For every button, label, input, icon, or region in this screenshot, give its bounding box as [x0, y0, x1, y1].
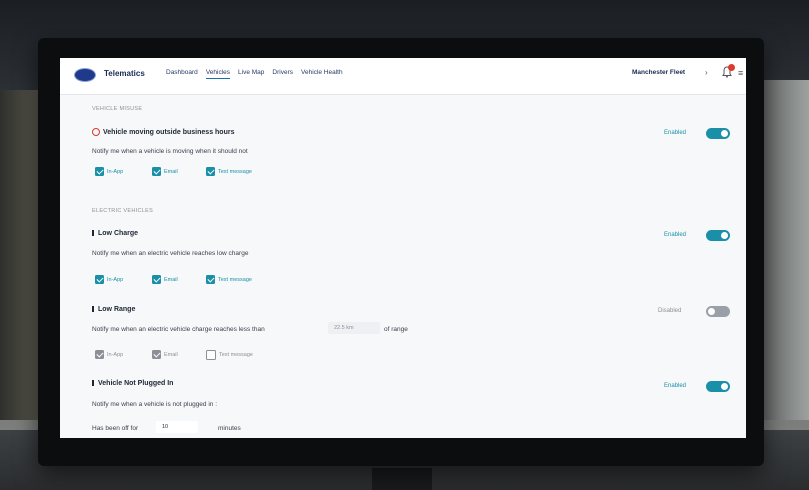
alert-title-outside-hours: Vehicle moving outside business hours [92, 128, 234, 136]
section-vehicle-misuse: VEHICLE MISUSE [92, 106, 143, 112]
ev-icon [92, 380, 94, 387]
alert-desc-low-charge: Notify me when an electric vehicle reach… [92, 250, 249, 257]
nav-vehicles[interactable]: Vehicles [205, 69, 231, 79]
checkbox-low-range-in-app[interactable]: In-App [95, 350, 123, 359]
ev-icon [92, 306, 94, 313]
off-duration-unit: minutes [218, 425, 241, 432]
checkbox-outside-hours-email[interactable]: Email [152, 167, 178, 176]
toggle-outside-hours[interactable] [706, 128, 730, 139]
alert-title-low-range: Low Range [92, 306, 135, 313]
main-nav: Dashboard Vehicles Live Map Drivers Vehi… [166, 69, 343, 79]
hamburger-menu-icon[interactable]: ≡ [738, 68, 743, 78]
checkbox-low-range-text[interactable]: Text message [206, 350, 253, 360]
checkbox-outside-hours-in-app[interactable]: In-App [95, 167, 123, 176]
off-duration-input[interactable]: 10 [156, 421, 198, 433]
ford-logo-icon[interactable] [74, 68, 96, 82]
top-navigation-bar: Telematics Dashboard Vehicles Live Map D… [60, 58, 746, 95]
fleet-selector[interactable]: Manchester Fleet [632, 69, 685, 76]
checkbox-outside-hours-text[interactable]: Text message [206, 167, 252, 176]
section-electric-vehicles: ELECTRIC VEHICLES [92, 208, 154, 214]
nav-drivers[interactable]: Drivers [272, 69, 293, 79]
background-wall-left [0, 90, 40, 420]
toggle-not-plugged[interactable] [706, 381, 730, 392]
status-not-plugged: Enabled [664, 383, 687, 389]
alert-title-not-plugged: Vehicle Not Plugged In [92, 380, 173, 387]
range-suffix: of range [384, 326, 408, 333]
checkbox-low-charge-text[interactable]: Text message [206, 275, 252, 284]
monitor-stand [372, 468, 432, 490]
monitor-screen: Telematics Dashboard Vehicles Live Map D… [60, 58, 746, 438]
checkbox-low-charge-email[interactable]: Email [152, 275, 178, 284]
status-low-range: Disabled [658, 308, 682, 314]
alert-desc-outside-hours: Notify me when a vehicle is moving when … [92, 148, 248, 155]
nav-live-map[interactable]: Live Map [238, 69, 264, 79]
checkbox-low-range-email[interactable]: Email [152, 350, 178, 359]
chevron-right-icon[interactable]: › [705, 68, 708, 77]
toggle-low-range[interactable] [706, 306, 730, 317]
app-brand: Telematics [104, 69, 145, 78]
status-low-charge: Enabled [664, 232, 687, 238]
ev-icon [92, 230, 94, 237]
status-outside-hours: Enabled [664, 130, 687, 136]
nav-vehicle-health[interactable]: Vehicle Health [301, 69, 343, 79]
alert-desc-not-plugged: Notify me when a vehicle is not plugged … [92, 401, 218, 408]
toggle-low-charge[interactable] [706, 230, 730, 241]
alert-desc-low-range: Notify me when an electric vehicle charg… [92, 326, 265, 333]
nav-dashboard[interactable]: Dashboard [166, 69, 198, 79]
range-threshold-input[interactable]: 22.5 km [328, 322, 380, 334]
notification-badge [728, 64, 735, 71]
checkbox-low-charge-in-app[interactable]: In-App [95, 275, 123, 284]
warning-icon [92, 128, 100, 136]
off-duration-label: Has been off for [92, 425, 139, 432]
alert-title-low-charge: Low Charge [92, 230, 138, 237]
